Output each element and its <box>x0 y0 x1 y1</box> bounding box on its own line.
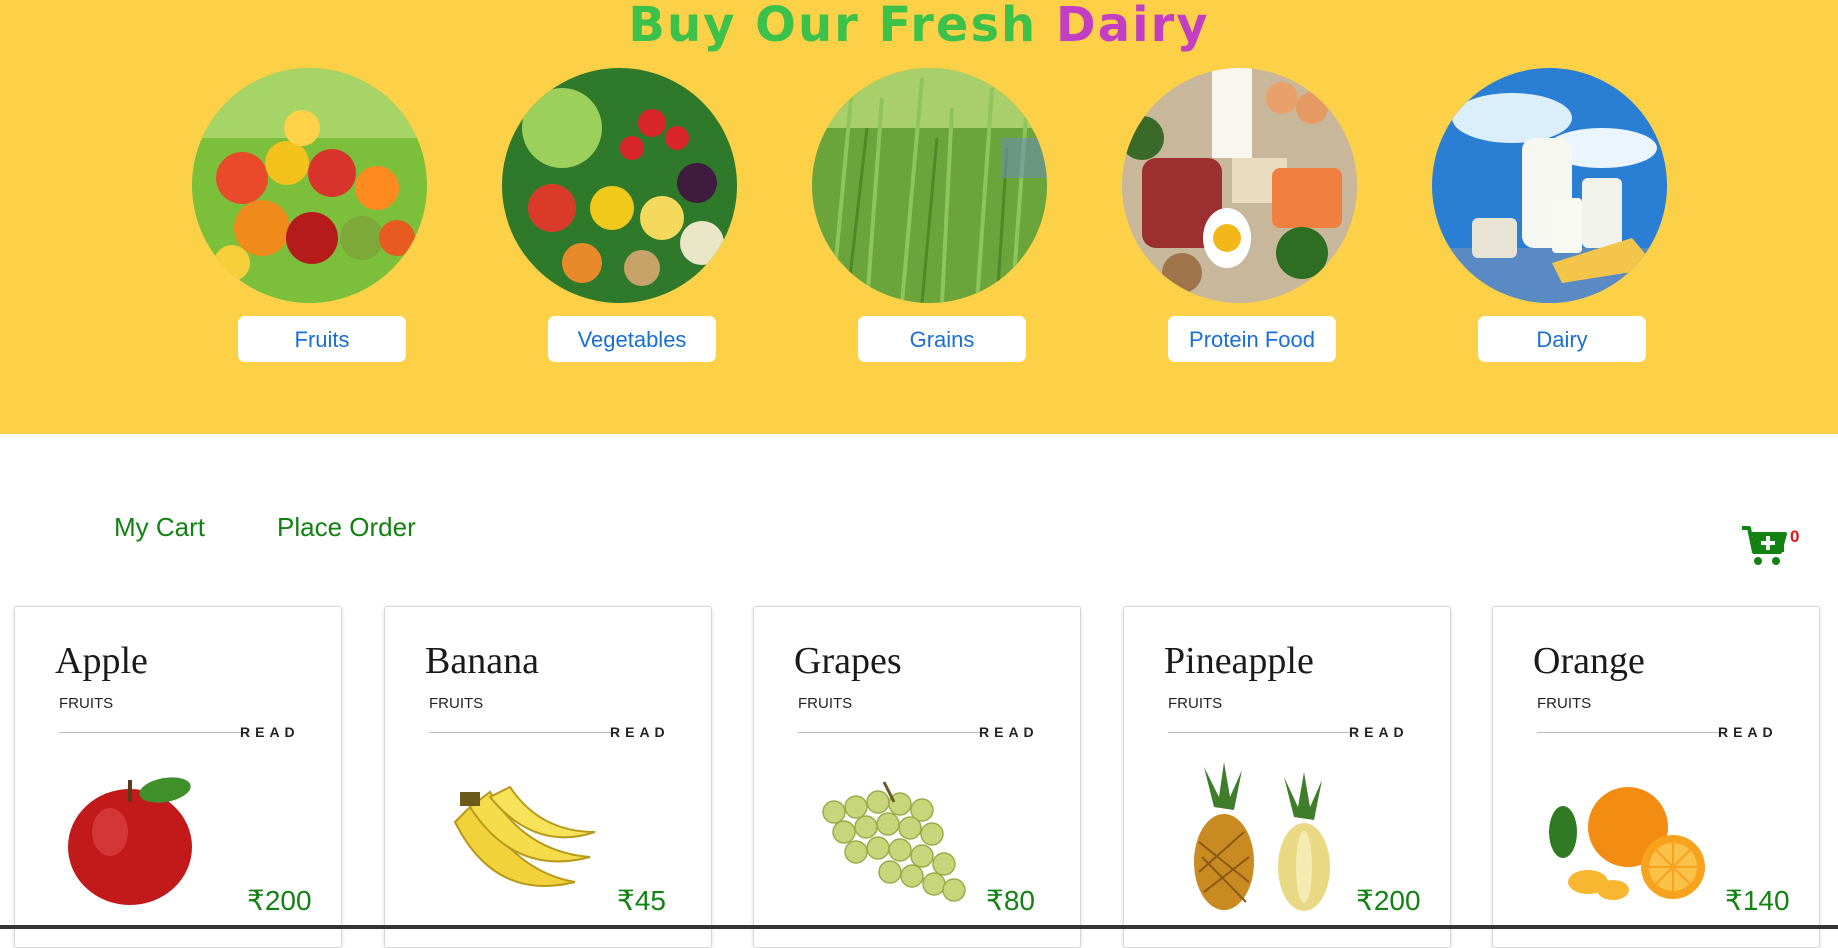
read-link[interactable]: READ <box>1718 724 1778 740</box>
product-category: FRUITS <box>798 695 853 712</box>
divider <box>1537 732 1719 733</box>
hero-title-part2: Dairy <box>1055 0 1210 53</box>
grains-image <box>812 68 1047 303</box>
product-price: ₹140 <box>1725 885 1790 916</box>
product-card: Apple FRUITS READ ₹200 <box>14 606 342 948</box>
product-price: ₹45 <box>617 885 666 916</box>
read-link[interactable]: READ <box>610 724 670 740</box>
vegetables-button[interactable]: Vegetables <box>548 316 716 362</box>
divider <box>429 732 611 733</box>
vegetables-image <box>502 68 737 303</box>
divider <box>1168 732 1350 733</box>
cart-count-badge: 0 <box>1790 527 1800 546</box>
product-name: Banana <box>425 640 539 682</box>
product-card: Orange FRUITS READ ₹140 <box>1492 606 1820 948</box>
product-name: Grapes <box>794 640 902 682</box>
grains-button[interactable]: Grains <box>858 316 1026 362</box>
category-dairy: Dairy <box>1428 68 1668 368</box>
place-order-link[interactable]: Place Order <box>277 512 416 543</box>
hero-title: Buy Our Fresh Dairy <box>0 0 1838 50</box>
page-bottom-bar <box>0 925 1838 929</box>
category-protein-food: Protein Food <box>1118 68 1358 368</box>
divider <box>59 732 241 733</box>
product-price: ₹200 <box>1356 885 1421 916</box>
category-fruits: Fruits <box>188 68 428 368</box>
apple-image <box>55 762 255 912</box>
dairy-image <box>1432 68 1667 303</box>
fruits-image <box>192 68 427 303</box>
product-price: ₹80 <box>986 885 1035 916</box>
product-category: FRUITS <box>1168 695 1223 712</box>
hero-banner: Buy Our Fresh Dairy Fruits Vegetables Gr… <box>0 0 1838 434</box>
banana-image <box>425 762 625 912</box>
divider <box>798 732 980 733</box>
product-category: FRUITS <box>429 695 484 712</box>
read-link[interactable]: READ <box>240 724 300 740</box>
product-name: Orange <box>1533 640 1645 682</box>
read-link[interactable]: READ <box>979 724 1039 740</box>
grapes-image <box>794 762 994 912</box>
product-category: FRUITS <box>1537 695 1592 712</box>
product-card: Banana FRUITS READ ₹45 <box>384 606 712 948</box>
protein-food-image <box>1122 68 1357 303</box>
pineapple-image <box>1164 762 1364 912</box>
fruits-button[interactable]: Fruits <box>238 316 406 362</box>
product-name: Pineapple <box>1164 640 1314 682</box>
product-category: FRUITS <box>59 695 114 712</box>
product-card: Pineapple FRUITS READ ₹200 <box>1123 606 1451 948</box>
read-link[interactable]: READ <box>1349 724 1409 740</box>
product-name: Apple <box>55 640 148 682</box>
protein-food-button[interactable]: Protein Food <box>1168 316 1336 362</box>
category-grains: Grains <box>808 68 1048 368</box>
dairy-button[interactable]: Dairy <box>1478 316 1646 362</box>
hero-title-part1: Buy Our Fresh <box>628 0 1056 53</box>
product-card: Grapes FRUITS READ ₹80 <box>753 606 1081 948</box>
orange-image <box>1533 762 1733 912</box>
product-price: ₹200 <box>247 885 312 916</box>
my-cart-link[interactable]: My Cart <box>114 512 205 543</box>
category-vegetables: Vegetables <box>498 68 738 368</box>
cart-plus-icon[interactable] <box>1740 524 1788 568</box>
